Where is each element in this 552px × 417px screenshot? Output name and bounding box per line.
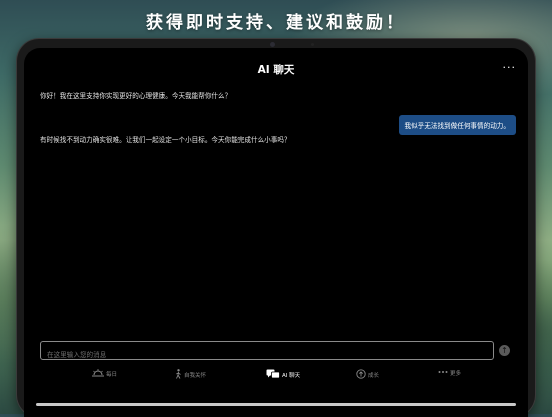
- tab-growth[interactable]: 成长: [356, 369, 379, 381]
- tab-ai-chat[interactable]: AI 聊天: [266, 369, 300, 381]
- bottom-tab-bar: 每日 自我关怀 AI 聊天 成长 更多: [24, 366, 528, 388]
- tab-label: 每日: [106, 372, 118, 378]
- more-options-button[interactable]: ···: [503, 61, 517, 74]
- tab-label: 更多: [450, 371, 462, 377]
- sunrise-icon: [92, 369, 104, 379]
- tab-daily[interactable]: 每日: [92, 369, 117, 379]
- front-sensor: [311, 43, 314, 46]
- chat-bubbles-icon: [266, 369, 280, 381]
- page-title: AI 聊天: [257, 64, 295, 76]
- ai-message: 有时候找不到动力确实很难。让我们一起设定一个小目标。今天你能完成什么小事吗？: [40, 136, 291, 144]
- tab-label: 自我关怀: [184, 373, 207, 379]
- tablet-device: AI 聊天 ··· 你好！我在这里支持你实现更好的心理健康。今天我能帮你什么？ …: [17, 39, 535, 417]
- send-button[interactable]: ↑: [499, 345, 510, 356]
- message-input[interactable]: [41, 346, 493, 364]
- front-camera: [270, 42, 275, 47]
- walking-person-icon: [175, 369, 182, 381]
- user-message: 我似乎无法找到做任何事情的动力。: [398, 115, 516, 135]
- send-icon: ↑: [501, 346, 508, 355]
- growth-icon: [356, 369, 366, 381]
- tab-self-care[interactable]: 自我关怀: [175, 369, 206, 381]
- ai-message: 你好！我在这里支持你实现更好的心理健康。今天我能帮你什么？: [40, 92, 232, 100]
- tab-more[interactable]: 更多: [438, 369, 461, 377]
- home-indicator[interactable]: [36, 403, 516, 406]
- app-screen: AI 聊天 ··· 你好！我在这里支持你实现更好的心理健康。今天我能帮你什么？ …: [24, 48, 528, 417]
- more-dots-icon: [438, 370, 448, 376]
- tab-label: 成长: [368, 373, 380, 379]
- promo-headline: 获得即时支持、建议和鼓励！: [146, 13, 406, 33]
- message-input-box[interactable]: [40, 341, 494, 364]
- tab-label: AI 聊天: [282, 373, 301, 379]
